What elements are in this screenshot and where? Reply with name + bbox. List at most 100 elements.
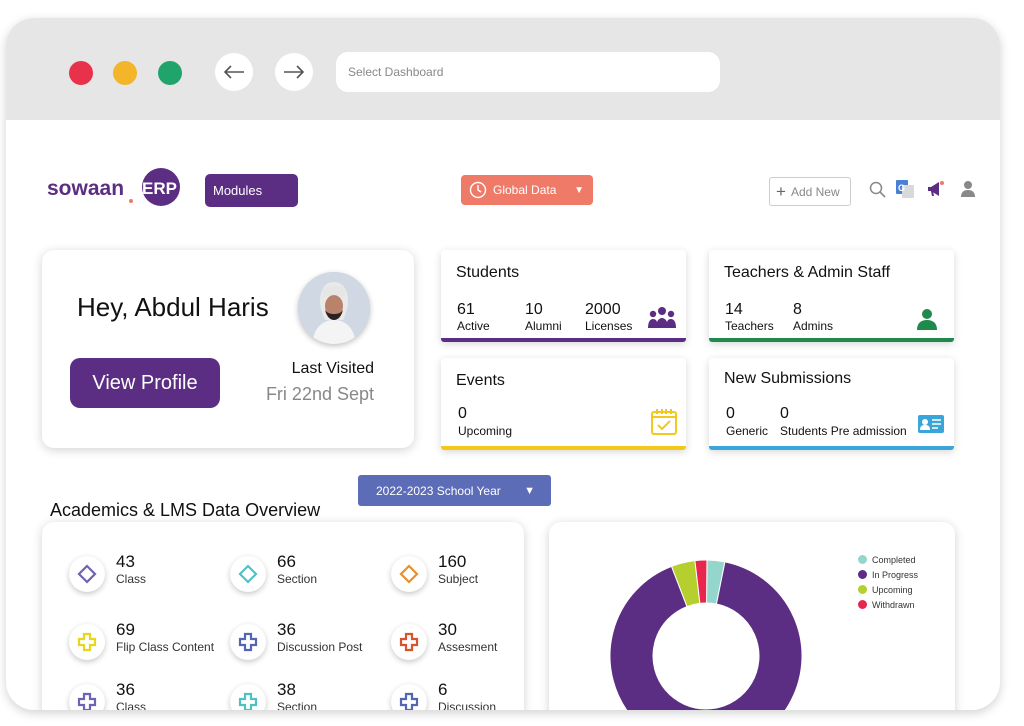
staff-card[interactable]: Teachers & Admin Staff 14 Teachers 8 Adm… xyxy=(709,250,954,342)
announcements-button[interactable] xyxy=(925,179,945,199)
calendar-check-icon xyxy=(650,408,678,436)
modules-button-label: Modules xyxy=(213,183,263,198)
events-upcoming-value: 0 xyxy=(458,405,467,422)
events-card[interactable]: Events 0 Upcoming xyxy=(441,358,686,450)
students-title: Students xyxy=(456,264,520,281)
students-card[interactable]: Students 61 Active 10 Alumni 2000 Licens… xyxy=(441,250,686,342)
events-title: Events xyxy=(456,372,505,389)
submissions-accent-bar xyxy=(709,446,954,450)
view-profile-button[interactable]: View Profile xyxy=(70,358,220,408)
submissions-title: New Submissions xyxy=(724,370,852,387)
school-year-dropdown[interactable]: 2022-2023 School Year ▼ xyxy=(358,475,551,506)
academics-section-title: Academics & LMS Data Overview xyxy=(50,500,321,520)
cross-icon xyxy=(69,684,105,710)
chart-legend: Completed In Progress Upcoming Withdrawn xyxy=(858,552,918,612)
staff-admins-label: Admins xyxy=(793,319,834,333)
lms-value: 66 xyxy=(277,552,296,571)
cross-icon xyxy=(230,684,266,710)
staff-teachers-label: Teachers xyxy=(725,319,774,333)
lms-overview-card: 43 Class 66 Section 160 Subject 69 Flip … xyxy=(42,522,524,710)
school-year-label: 2022-2023 School Year xyxy=(376,483,501,498)
last-visited-label: Last Visited xyxy=(291,360,374,377)
cross-icon xyxy=(69,624,105,660)
legend-label: In Progress xyxy=(872,569,919,580)
translate-icon: G xyxy=(896,180,914,198)
add-new-button[interactable]: + Add New xyxy=(769,177,851,206)
browser-toolbar: Select Dashboard xyxy=(6,18,1000,120)
students-licenses-value: 2000 xyxy=(585,301,621,318)
last-visited-date: Fri 22nd Sept xyxy=(265,384,374,404)
lms-label: Class xyxy=(116,700,147,710)
svg-text:G: G xyxy=(898,183,905,193)
megaphone-icon xyxy=(928,181,944,196)
events-upcoming-label: Upcoming xyxy=(458,424,513,438)
lms-item-assesment[interactable]: 30 Assesment xyxy=(391,620,541,664)
lms-item-class[interactable]: 43 Class xyxy=(69,552,219,596)
back-button[interactable] xyxy=(215,53,253,91)
events-accent-bar xyxy=(441,446,686,450)
legend-swatch xyxy=(858,570,867,579)
global-data-dropdown[interactable]: Global Data ▼ xyxy=(461,175,593,205)
lms-item-discussion[interactable]: 6 Discussion xyxy=(391,680,541,710)
students-licenses-label: Licenses xyxy=(585,319,633,333)
lms-label: Class xyxy=(116,572,147,586)
arrow-left-icon xyxy=(223,65,244,79)
lms-label: Section xyxy=(277,700,318,710)
legend-item: Upcoming xyxy=(858,582,918,597)
submissions-preadmission-value: 0 xyxy=(780,405,789,422)
lms-value: 6 xyxy=(438,680,448,699)
sowaanerp-logo[interactable]: sowaan ERP xyxy=(47,168,187,208)
legend-swatch xyxy=(858,600,867,609)
lms-label: Subject xyxy=(438,572,479,586)
submissions-card[interactable]: New Submissions 0 Generic 0 Students Pre… xyxy=(709,358,954,450)
legend-label: Completed xyxy=(872,554,916,565)
close-window-button[interactable] xyxy=(69,61,93,85)
modules-button[interactable]: Modules xyxy=(205,174,298,207)
address-bar-placeholder: Select Dashboard xyxy=(348,65,444,79)
lms-label: Section xyxy=(277,572,318,586)
lms-label: Flip Class Content xyxy=(116,640,215,654)
arrow-right-icon xyxy=(284,65,305,79)
address-bar[interactable]: Select Dashboard xyxy=(336,52,720,92)
search-icon xyxy=(869,181,886,198)
greeting-text: Hey, Abdul Haris xyxy=(77,292,269,322)
lms-item-class[interactable]: 36 Class xyxy=(69,680,219,710)
students-active-label: Active xyxy=(457,319,490,333)
lms-item-discussion-post[interactable]: 36 Discussion Post xyxy=(230,620,380,664)
app-header: sowaan ERP Modules Global Data ▼ + Add N… xyxy=(6,158,1000,208)
lms-item-subject[interactable]: 160 Subject xyxy=(391,552,541,596)
lms-item-section[interactable]: 66 Section xyxy=(230,552,380,596)
diamond-icon xyxy=(391,556,427,592)
lms-label: Discussion xyxy=(438,700,497,710)
legend-label: Withdrawn xyxy=(872,599,915,610)
lms-value: 36 xyxy=(277,620,296,639)
user-avatar[interactable] xyxy=(298,272,370,344)
svg-text:ERP: ERP xyxy=(142,179,177,198)
cross-icon xyxy=(391,684,427,710)
legend-label: Upcoming xyxy=(872,584,913,595)
cross-icon xyxy=(391,624,427,660)
translate-button[interactable]: G xyxy=(895,179,915,199)
lms-item-flip-class-content[interactable]: 69 Flip Class Content xyxy=(69,620,219,664)
staff-teachers-value: 14 xyxy=(725,301,743,318)
legend-item: In Progress xyxy=(858,567,918,582)
submissions-preadmission-label: Students Pre admission xyxy=(780,424,907,438)
search-button[interactable] xyxy=(867,179,887,199)
view-profile-label: View Profile xyxy=(92,371,198,394)
submissions-generic-value: 0 xyxy=(726,405,735,422)
lms-item-section[interactable]: 38 Section xyxy=(230,680,380,710)
status-donut-chart xyxy=(609,559,803,710)
submissions-generic-label: Generic xyxy=(726,424,769,438)
staff-accent-bar xyxy=(709,338,954,342)
minimize-window-button[interactable] xyxy=(113,61,137,85)
students-alumni-label: Alumni xyxy=(525,319,562,333)
caret-down-icon: ▼ xyxy=(524,484,535,497)
forward-button[interactable] xyxy=(275,53,313,91)
maximize-window-button[interactable] xyxy=(158,61,182,85)
lms-value: 30 xyxy=(438,620,457,639)
staff-title: Teachers & Admin Staff xyxy=(724,264,891,281)
lms-value: 160 xyxy=(438,552,467,571)
user-account-button[interactable] xyxy=(958,179,978,199)
cross-icon xyxy=(230,624,266,660)
svg-text:sowaan: sowaan xyxy=(47,177,124,200)
